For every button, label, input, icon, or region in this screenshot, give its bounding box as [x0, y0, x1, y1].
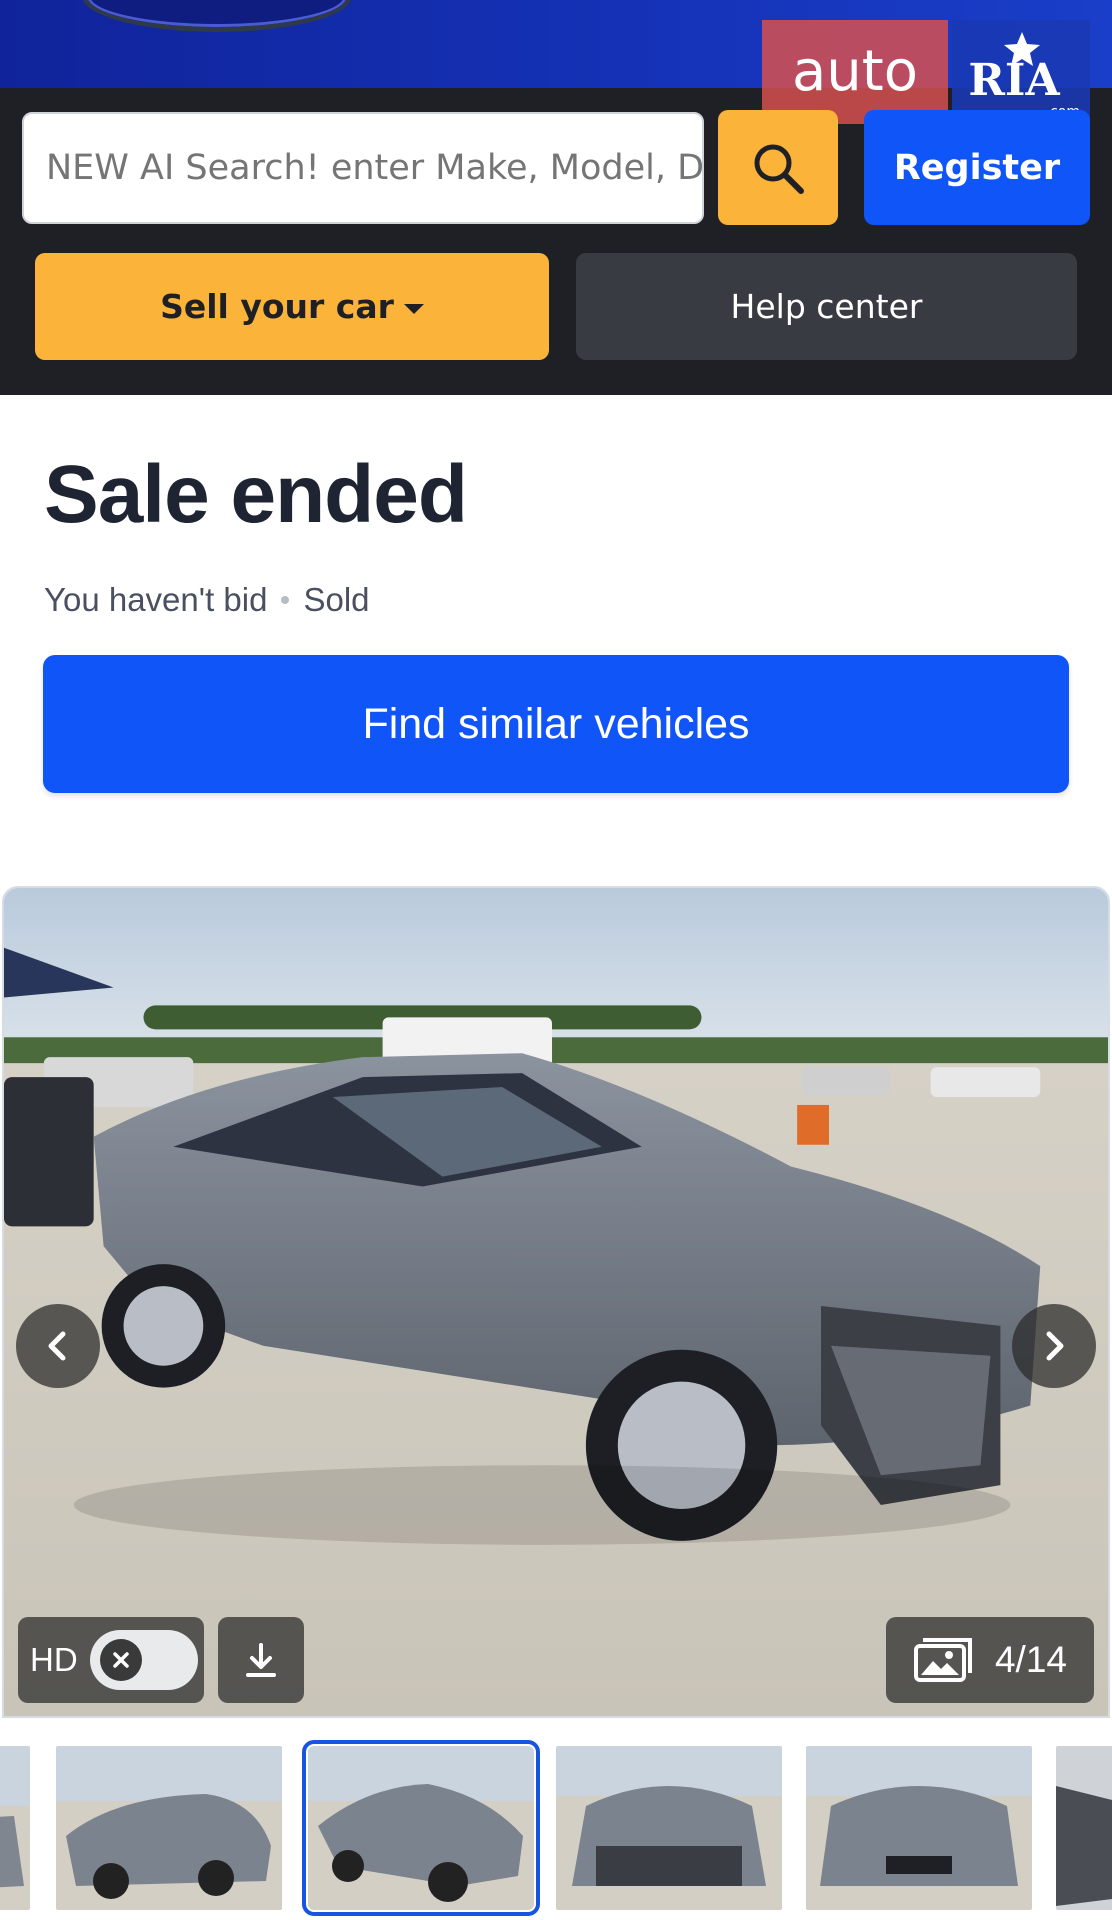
- thumbnail-6[interactable]: [1056, 1746, 1112, 1910]
- photo-counter[interactable]: 4/14: [886, 1617, 1094, 1703]
- chevron-right-icon: [1046, 1331, 1064, 1361]
- chevron-left-icon: [48, 1331, 66, 1361]
- close-icon: [99, 1639, 142, 1681]
- sale-status: Sold: [303, 581, 370, 618]
- thumbnail-2[interactable]: [56, 1746, 282, 1910]
- svg-text:RIA: RIA: [968, 55, 1060, 106]
- thumbnail-4[interactable]: [556, 1746, 782, 1910]
- hd-label: HD: [30, 1641, 78, 1678]
- caret-down-icon: [403, 303, 424, 314]
- sell-your-car-button[interactable]: Sell your car: [35, 253, 549, 360]
- vehicle-photo[interactable]: [4, 888, 1108, 1716]
- thumbnail-strip[interactable]: [0, 1720, 1112, 1920]
- bid-status: You haven't bid: [44, 581, 268, 618]
- thumbnail-1[interactable]: [0, 1746, 30, 1910]
- find-similar-button[interactable]: Find similar vehicles: [43, 655, 1069, 793]
- thumbnail-3[interactable]: [302, 1740, 540, 1916]
- thumbnail-5[interactable]: [806, 1746, 1032, 1910]
- download-button[interactable]: [218, 1617, 304, 1703]
- search-button[interactable]: [718, 110, 838, 225]
- search-icon: [754, 144, 804, 194]
- hd-toggle-switch[interactable]: [89, 1630, 198, 1690]
- gallery-icon: [913, 1638, 972, 1682]
- separator-dot: [281, 596, 290, 604]
- next-photo-button[interactable]: [1012, 1304, 1096, 1388]
- photo-gallery[interactable]: [2, 886, 1110, 1718]
- previous-photo-button[interactable]: [16, 1304, 100, 1388]
- bid-status-line: You haven't bid Sold: [44, 581, 370, 619]
- search-input[interactable]: [24, 114, 702, 222]
- download-icon: [246, 1643, 276, 1677]
- page-title: Sale ended: [44, 449, 468, 540]
- photo-counter-text: 4/14: [994, 1639, 1067, 1680]
- search-field[interactable]: [22, 112, 704, 224]
- register-button[interactable]: Register: [864, 110, 1090, 225]
- watermark-auto: auto: [762, 20, 948, 124]
- hd-toggle-control[interactable]: HD: [18, 1617, 204, 1703]
- help-center-button[interactable]: Help center: [576, 253, 1077, 360]
- watermark-ria-logo: RIA .com: [952, 20, 1090, 124]
- sell-your-car-label: Sell your car: [160, 287, 394, 326]
